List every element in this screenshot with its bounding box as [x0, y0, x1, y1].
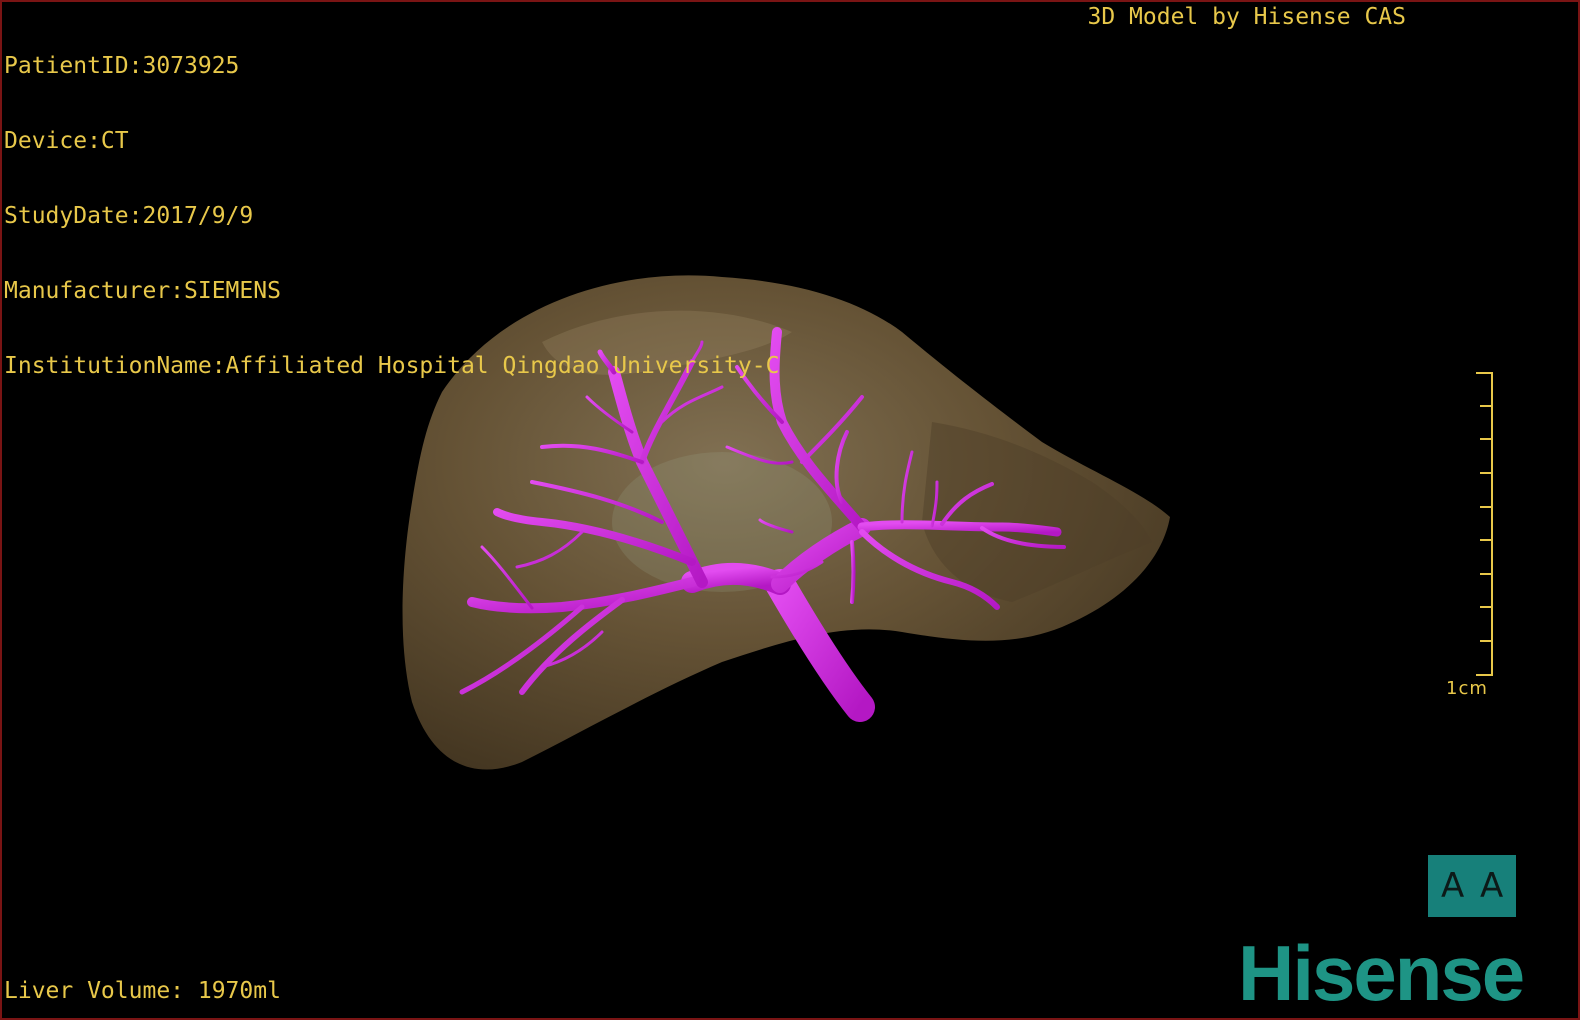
study-date-text: StudyDate:2017/9/9	[4, 203, 254, 229]
3d-viewport[interactable]: PatientID:3073925 Device:CT StudyDate:20…	[0, 0, 1580, 1020]
device-text: Device:CT	[4, 128, 129, 154]
liver-volume-text: Liver Volume: 1970ml	[4, 978, 281, 1004]
scale-bar	[1476, 372, 1493, 676]
model-credit-text: 3D Model by Hisense CAS	[1087, 4, 1407, 30]
mirrored-a-icon: A	[1440, 866, 1464, 906]
manufacturer-text: Manufacturer:SIEMENS	[4, 278, 281, 304]
institution-name-text: InstitutionName:Affiliated Hospital Qing…	[4, 353, 780, 379]
scale-bar-label: 1cm	[1446, 678, 1488, 699]
hisense-logo: Hisense	[1238, 929, 1525, 1017]
patient-id-text: PatientID:3073925	[4, 53, 240, 79]
anterior-a-icon: A	[1480, 866, 1504, 906]
vessel-branch	[850, 540, 856, 604]
study-info-overlay: PatientID:3073925 Device:CT StudyDate:20…	[4, 4, 779, 429]
orientation-indicator[interactable]: A A	[1428, 855, 1516, 917]
